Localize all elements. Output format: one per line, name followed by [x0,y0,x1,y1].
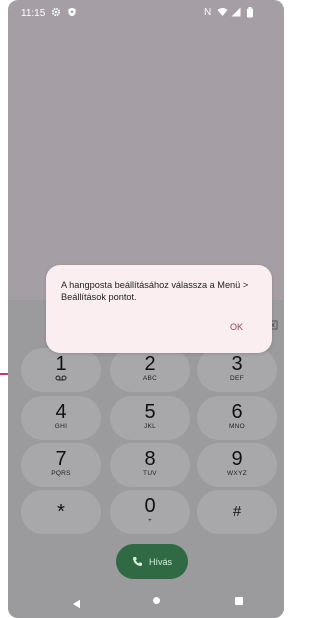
key-digit: # [232,503,242,520]
dial-key-9[interactable]: 9 WXYZ [197,443,277,487]
key-letters: PQRS [51,470,71,477]
key-letters: MNO [228,423,246,430]
key-letters: DEF [230,375,244,382]
dial-key-0[interactable]: 0 + [110,490,190,534]
key-digit: 6 [231,401,243,423]
dial-key-5[interactable]: 5 JKL [110,396,190,440]
call-button[interactable]: Hívás [116,544,188,579]
status-time: 11:15 [21,8,46,19]
dialog-ok-button[interactable]: OK [230,322,243,332]
dial-key-2[interactable]: 2 ABC [110,348,190,392]
dial-key-6[interactable]: 6 MNO [197,396,277,440]
status-bar: 11:15 N [8,0,284,28]
voicemail-setup-dialog: A hangposta beállításához válassza a Men… [46,265,272,353]
key-letters: ABC [142,375,158,382]
call-button-label: Hívás [148,556,172,567]
key-letters: GHI [54,423,68,430]
key-letters: TUV [143,470,157,477]
key-digit: 0 [144,495,156,517]
dial-key-4[interactable]: 4 GHI [21,396,101,440]
dial-key-star[interactable]: * [21,490,101,534]
key-digit: 9 [231,448,243,470]
gear-icon [50,6,62,18]
phone-screen: 11:15 N 1 2 ABC 3 DEF 4 GHI 5 JKL 6 MNO … [8,0,284,618]
key-digit: 1 [55,353,67,375]
nfc-icon: N [204,7,212,18]
recents-icon[interactable] [235,597,243,605]
dial-key-1[interactable]: 1 [21,348,101,392]
signal-icon [230,6,242,18]
key-letters: JKL [143,423,157,430]
key-digit: 4 [55,401,67,423]
dial-key-8[interactable]: 8 TUV [110,443,190,487]
dial-key-hash[interactable]: # [197,490,277,534]
battery-icon [244,6,256,18]
voicemail-icon [55,375,67,381]
home-icon[interactable] [153,597,160,604]
dial-key-7[interactable]: 7 PQRS [21,443,101,487]
dialog-message: A hangposta beállításához válassza a Men… [61,280,249,302]
shield-icon [66,6,78,18]
key-digit: 8 [144,448,156,470]
dial-key-3[interactable]: 3 DEF [197,348,277,392]
key-letters: + [147,517,153,524]
wifi-icon [216,6,228,18]
navigation-bar [8,588,284,618]
back-icon[interactable] [72,596,82,609]
key-letters: WXYZ [227,470,247,477]
key-digit: * [57,501,65,523]
phone-icon [132,557,142,566]
key-digit: 5 [144,401,156,423]
key-digit: 7 [55,448,67,470]
key-digit: 3 [231,353,243,375]
key-digit: 2 [144,353,156,375]
